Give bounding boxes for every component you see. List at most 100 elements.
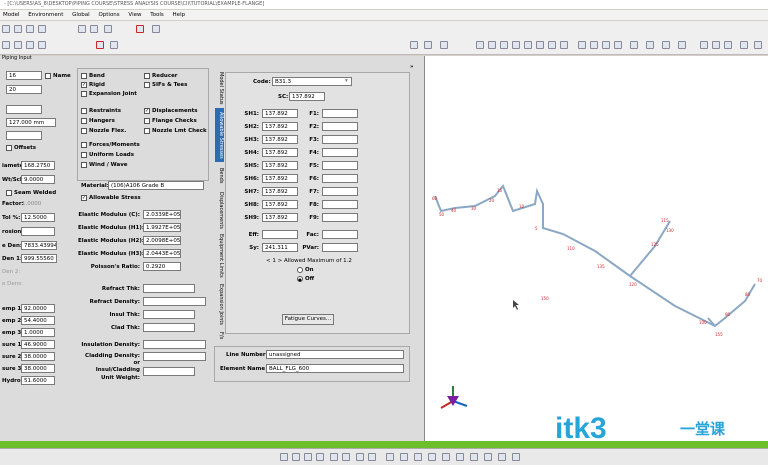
tab-bends[interactable]: Bends bbox=[215, 166, 224, 186]
flange-checks-checkbox[interactable] bbox=[144, 118, 150, 124]
copy-icon[interactable] bbox=[14, 41, 22, 49]
clad-thk-field[interactable] bbox=[143, 323, 195, 332]
pvar-field[interactable] bbox=[322, 243, 358, 252]
duplicate-icon[interactable] bbox=[386, 453, 394, 461]
menu-options[interactable]: Options bbox=[98, 12, 119, 18]
menu-global[interactable]: Global bbox=[72, 12, 90, 18]
f8-field[interactable] bbox=[322, 200, 358, 209]
run-icon[interactable] bbox=[96, 41, 104, 49]
elastic-h3-field[interactable]: 2.0443E+05 bbox=[143, 249, 181, 258]
nav-next-icon[interactable] bbox=[304, 453, 312, 461]
new-icon[interactable] bbox=[2, 25, 10, 33]
wire-icon[interactable] bbox=[712, 41, 720, 49]
bend-icon[interactable] bbox=[512, 453, 520, 461]
insulation-density-select[interactable] bbox=[143, 340, 206, 349]
delete-icon[interactable] bbox=[38, 41, 46, 49]
eff-field[interactable] bbox=[262, 230, 298, 239]
sh8-field[interactable]: 137.892 bbox=[262, 200, 298, 209]
seam-welded-checkbox[interactable] bbox=[6, 190, 12, 196]
rotate-element-icon[interactable] bbox=[414, 453, 422, 461]
line-number-select[interactable]: unassigned bbox=[266, 350, 404, 359]
code-select[interactable]: B31.3 bbox=[272, 77, 352, 86]
to-node-field[interactable]: 20 bbox=[6, 85, 42, 94]
print-icon[interactable] bbox=[38, 25, 46, 33]
tee-icon[interactable] bbox=[470, 453, 478, 461]
off-radio[interactable]: ● bbox=[297, 276, 303, 282]
find-icon[interactable] bbox=[342, 453, 350, 461]
dx-field[interactable] bbox=[6, 105, 42, 114]
legend-icon[interactable] bbox=[740, 41, 748, 49]
sh2-field[interactable]: 137.892 bbox=[262, 122, 298, 131]
sh6-field[interactable]: 137.892 bbox=[262, 174, 298, 183]
f5-field[interactable] bbox=[322, 161, 358, 170]
allowable-stress-checkbox[interactable]: ✓ bbox=[81, 195, 87, 201]
menu-help[interactable]: Help bbox=[173, 12, 186, 18]
list-icon[interactable] bbox=[330, 453, 338, 461]
pan-icon[interactable] bbox=[524, 41, 532, 49]
iso-view-icon[interactable] bbox=[614, 41, 622, 49]
nozzle-flex-checkbox[interactable] bbox=[81, 128, 87, 134]
tab-model-status[interactable]: Model Status bbox=[215, 72, 224, 105]
tab-fx[interactable]: F/x bbox=[215, 328, 224, 344]
rigid-checkbox[interactable]: ✓ bbox=[81, 82, 87, 88]
offsets-checkbox[interactable] bbox=[6, 145, 12, 151]
bend-checkbox[interactable] bbox=[81, 73, 87, 79]
line-icon[interactable] bbox=[646, 41, 654, 49]
name-checkbox[interactable] bbox=[45, 73, 51, 79]
center-icon[interactable] bbox=[548, 41, 556, 49]
elastic-h1-field[interactable]: 1.9927E+05 bbox=[143, 223, 181, 232]
valve-icon[interactable] bbox=[484, 453, 492, 461]
expansion-joint-checkbox[interactable] bbox=[81, 91, 87, 97]
sifs-tees-checkbox[interactable] bbox=[144, 82, 150, 88]
poisson-field[interactable]: 0.2920 bbox=[143, 262, 181, 271]
diameter-field[interactable]: 168.2750 bbox=[21, 161, 55, 170]
pressure2-field[interactable]: 38.0000 bbox=[21, 352, 55, 361]
temp2-field[interactable]: 54.4000 bbox=[21, 316, 55, 325]
open-icon[interactable] bbox=[14, 25, 22, 33]
sh9-field[interactable]: 137.892 bbox=[262, 213, 298, 222]
elastic-h2-field[interactable]: 2.0098E+05 bbox=[143, 236, 181, 245]
tools-icon[interactable] bbox=[110, 41, 118, 49]
fatigue-curves-button[interactable]: Fatigue Curves... bbox=[282, 314, 334, 325]
from-node-field[interactable]: 16 bbox=[6, 71, 42, 80]
f4-field[interactable] bbox=[322, 148, 358, 157]
refract-density-select[interactable] bbox=[143, 297, 206, 306]
menu-model[interactable]: Model bbox=[3, 12, 20, 18]
sy-field[interactable]: 241.311 bbox=[262, 243, 298, 252]
stretch-icon[interactable] bbox=[410, 41, 418, 49]
mill-tol-field[interactable]: 12.5000 bbox=[21, 213, 55, 222]
elastic-c-field[interactable]: 2.0339E+05 bbox=[143, 210, 181, 219]
unit-weight-field[interactable] bbox=[143, 367, 195, 376]
nozzle-limit-checkbox[interactable] bbox=[144, 128, 150, 134]
fac-field[interactable] bbox=[322, 230, 358, 239]
front-view-icon[interactable] bbox=[578, 41, 586, 49]
render-icon[interactable] bbox=[678, 41, 686, 49]
temp1-field[interactable]: 92.0000 bbox=[21, 304, 55, 313]
sh3-field[interactable]: 137.892 bbox=[262, 135, 298, 144]
pdf-icon[interactable] bbox=[136, 25, 144, 33]
review-icon[interactable] bbox=[456, 453, 464, 461]
hangers-checkbox[interactable] bbox=[81, 118, 87, 124]
insul-thk-field[interactable] bbox=[143, 310, 195, 319]
sh1-field[interactable]: 137.892 bbox=[262, 109, 298, 118]
f3-field[interactable] bbox=[322, 135, 358, 144]
delete-element-icon[interactable] bbox=[368, 453, 376, 461]
tab-equipment-limits[interactable]: Equipment Limits bbox=[215, 234, 224, 278]
3d-model-viewport[interactable]: 60 50 40 30 20 15 10 5 110 115 130 125 1… bbox=[425, 56, 768, 441]
redo-icon[interactable] bbox=[90, 25, 98, 33]
select-icon[interactable] bbox=[560, 41, 568, 49]
save-icon[interactable] bbox=[26, 25, 34, 33]
temp3-field[interactable]: 1.0000 bbox=[21, 328, 55, 337]
display-icon[interactable] bbox=[152, 25, 160, 33]
expand-chevron-icon[interactable]: » bbox=[410, 64, 414, 70]
dz-field[interactable] bbox=[6, 131, 42, 140]
zoom-in-icon[interactable] bbox=[476, 41, 484, 49]
zoom-window-icon[interactable] bbox=[500, 41, 508, 49]
wind-wave-checkbox[interactable] bbox=[81, 162, 87, 168]
flange-icon[interactable] bbox=[498, 453, 506, 461]
corrosion-field[interactable] bbox=[21, 227, 55, 236]
fluid-density-field[interactable]: 999.55560 bbox=[21, 254, 57, 263]
undo-icon[interactable] bbox=[78, 25, 86, 33]
pressure1-field[interactable]: 46.9000 bbox=[21, 340, 55, 349]
reducer-checkbox[interactable] bbox=[144, 73, 150, 79]
